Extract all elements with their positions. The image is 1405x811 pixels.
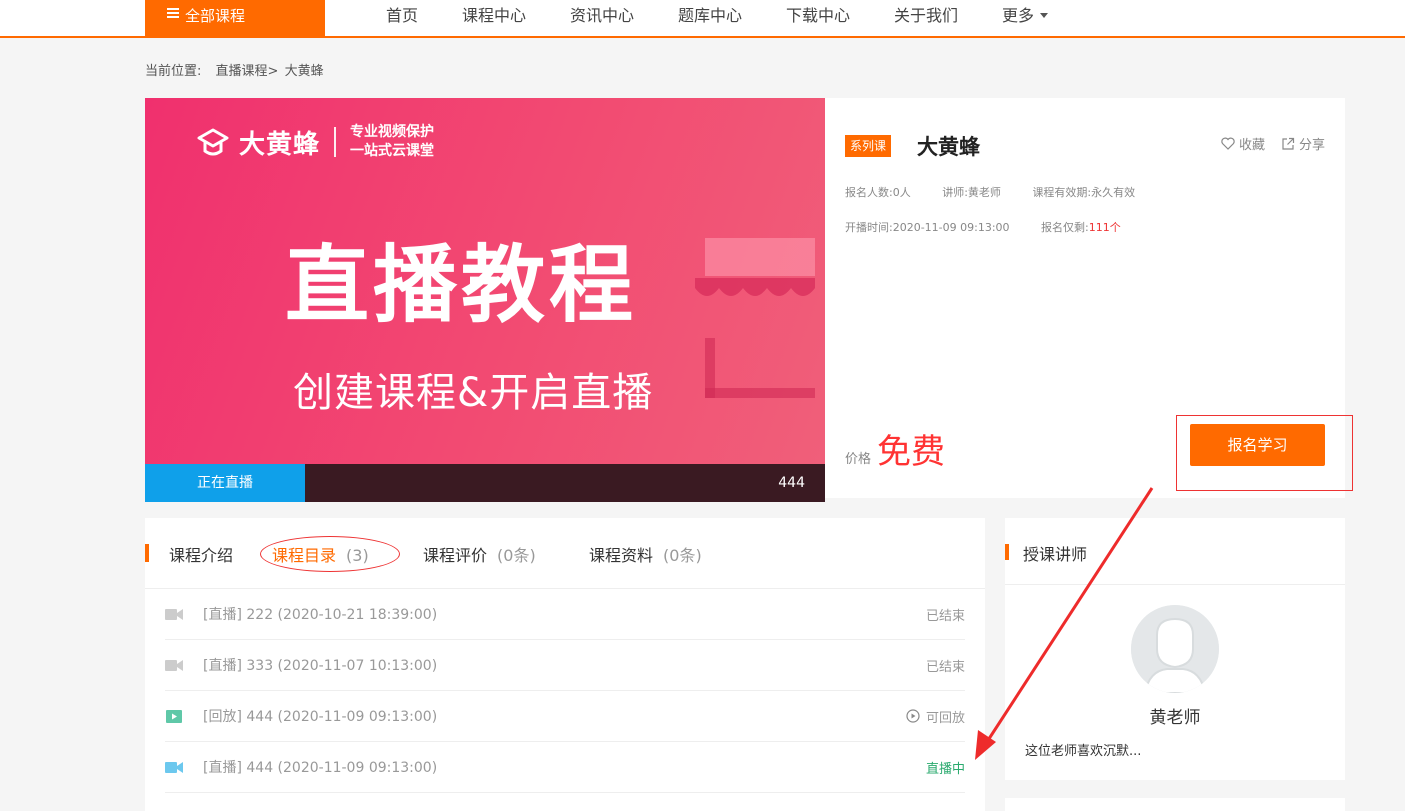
breadcrumb-current: 大黄蜂	[284, 64, 324, 79]
tab-materials[interactable]: 课程资料 (0条)	[589, 542, 702, 566]
live-badge[interactable]: 正在直播	[145, 464, 305, 502]
course-tabs-panel: 课程介绍 课程目录 (3) 课程评价 (0条) 课程资料 (0条) [直播] 222 …	[145, 518, 985, 811]
highlight-oval	[260, 536, 400, 572]
shop-awning-icon	[695, 238, 815, 398]
lesson-status-label: 可回放	[925, 710, 965, 726]
teacher-card-header: 授课讲师	[1005, 518, 1345, 585]
share-button[interactable]: 分享	[1281, 134, 1325, 153]
lesson-row[interactable]: [直播] 222 (2020-10-21 18:39:00) 已结束	[165, 589, 965, 640]
tab-bar: 课程介绍 课程目录 (3) 课程评价 (0条) 课程资料 (0条)	[145, 518, 985, 589]
tab-intro-label: 课程介绍	[169, 546, 234, 565]
enrolled-count: 报名人数:0人	[845, 186, 911, 199]
all-courses-label: 全部课程	[185, 7, 246, 25]
play-circle-icon[interactable]	[906, 709, 920, 723]
nav-question-bank[interactable]: 题库中心	[678, 0, 742, 32]
tab-materials-label: 课程资料	[589, 546, 654, 565]
menu-icon	[167, 6, 179, 20]
lesson-title: [回放] 444 (2020-11-09 09:13:00)	[203, 709, 438, 725]
lesson-row[interactable]: [直播] 333 (2020-11-07 10:13:00) 已结束	[165, 640, 965, 691]
breadcrumb-link-live[interactable]: 直播课程>	[216, 64, 279, 79]
teacher-card: 授课讲师 黄老师 这位老师喜欢沉默...	[1005, 518, 1345, 780]
tab-reviews[interactable]: 课程评价 (0条)	[423, 542, 536, 566]
lesson-row[interactable]: [直播] 444 (2020-11-09 09:13:00) 直播中	[165, 742, 965, 793]
video-camera-icon	[165, 761, 183, 773]
tab-marker	[145, 544, 149, 562]
lesson-row[interactable]: [回放] 444 (2020-11-09 09:13:00) 可回放	[165, 691, 965, 742]
lesson-status: 可回放	[906, 707, 965, 726]
enroll-button[interactable]: 报名学习	[1190, 424, 1325, 466]
tab-intro[interactable]: 课程介绍	[169, 542, 233, 566]
remaining-count: 111个	[1088, 221, 1121, 234]
logo-tag-2: 一站式云课堂	[350, 143, 435, 159]
video-camera-icon	[165, 659, 183, 671]
nav-news-center[interactable]: 资讯中心	[570, 0, 634, 32]
banner-subline: 创建课程&开启直播	[293, 370, 654, 416]
nav-download-center[interactable]: 下载中心	[786, 0, 850, 32]
nav-home[interactable]: 首页	[386, 0, 418, 32]
default-avatar-icon	[1131, 605, 1219, 693]
start-time: 开播时间:2020-11-09 09:13:00	[845, 221, 1010, 234]
video-camera-icon	[165, 608, 183, 620]
course-meta-row-1: 报名人数:0人 讲师:黄老师 课程有效期:永久有效	[845, 184, 1163, 200]
live-status-bar: 正在直播 444	[145, 464, 825, 502]
logo-tag-1: 专业视频保护	[350, 124, 435, 140]
course-title: 大黄蜂	[917, 135, 980, 159]
live-count: 444	[778, 475, 805, 491]
heart-icon	[1221, 137, 1235, 150]
top-nav: 全部课程 首页 课程中心 资讯中心 题库中心 下载中心 关于我们 更多	[0, 0, 1405, 38]
teacher-card-title: 授课讲师	[1023, 545, 1088, 564]
price-value: 免费	[877, 432, 946, 472]
breadcrumb-label: 当前位置:	[145, 64, 202, 79]
share-label: 分享	[1298, 138, 1325, 153]
remaining-label: 报名仅剩:	[1041, 221, 1089, 234]
course-meta-row-2: 开播时间:2020-11-09 09:13:00 报名仅剩:111个	[845, 219, 1149, 235]
course-actions: 收藏 分享	[1221, 134, 1325, 153]
lesson-title: [直播] 222 (2020-10-21 18:39:00)	[203, 607, 438, 623]
nav-about-us[interactable]: 关于我们	[894, 0, 958, 32]
nav-more[interactable]: 更多	[1002, 0, 1049, 32]
lesson-status: 已结束	[925, 659, 965, 675]
nav-more-label: 更多	[1002, 6, 1035, 25]
nav-course-center[interactable]: 课程中心	[462, 0, 526, 32]
all-courses-menu[interactable]: 全部课程	[145, 0, 325, 36]
lesson-title: [直播] 333 (2020-11-07 10:13:00)	[203, 658, 438, 674]
tab-materials-count: (0条)	[663, 546, 702, 565]
brand-logo: 大黄蜂 专业视频保护 一站式云课堂	[195, 123, 434, 161]
caret-down-icon	[1040, 13, 1049, 18]
series-badge: 系列课	[845, 135, 892, 157]
replay-video-icon	[166, 709, 182, 723]
course-banner: 大黄蜂 专业视频保护 一站式云课堂 直播教程 创建课程&开启直播 正在直播 44…	[145, 98, 825, 502]
share-icon	[1282, 137, 1295, 150]
teacher-desc: 这位老师喜欢沉默...	[1025, 744, 1142, 759]
sidebar-card	[1005, 798, 1345, 811]
logo-divider	[334, 127, 337, 157]
lesson-status: 已结束	[925, 608, 965, 624]
header-marker	[1005, 544, 1009, 560]
graduation-cap-icon	[197, 128, 229, 156]
price: 价格 免费	[845, 424, 945, 473]
banner-headline: 直播教程	[285, 236, 638, 334]
tab-reviews-label: 课程评价	[423, 546, 488, 565]
logo-name: 大黄蜂	[239, 129, 321, 160]
favorite-label: 收藏	[1238, 138, 1265, 153]
breadcrumb: 当前位置: 直播课程> 大黄蜂	[145, 60, 326, 79]
avatar[interactable]	[1131, 605, 1219, 693]
teacher-name-meta: 讲师:黄老师	[942, 186, 1001, 199]
course-validity: 课程有效期:永久有效	[1032, 186, 1136, 199]
logo-tagline: 专业视频保护 一站式云课堂	[350, 123, 434, 161]
lesson-title: [直播] 444 (2020-11-09 09:13:00)	[203, 760, 438, 776]
lesson-status[interactable]: 直播中	[926, 758, 965, 777]
price-label: 价格	[845, 452, 872, 467]
favorite-button[interactable]: 收藏	[1221, 134, 1265, 153]
tab-reviews-count: (0条)	[497, 546, 536, 565]
teacher-name: 黄老师	[1149, 708, 1201, 728]
